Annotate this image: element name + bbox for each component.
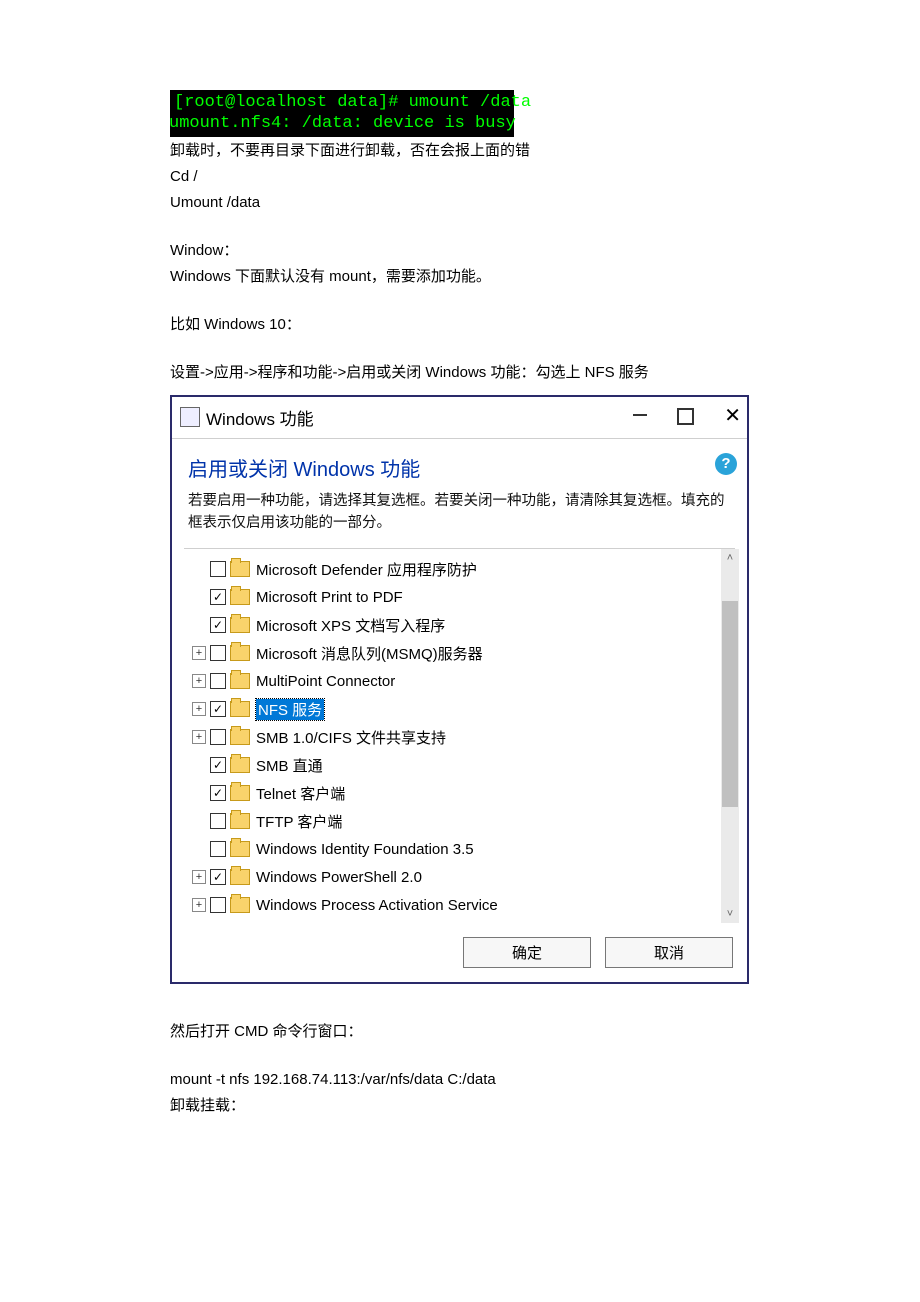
feature-checkbox[interactable] xyxy=(210,841,226,857)
doc-text: 设置->应用->程序和功能->启用或关闭 Windows 功能：勾选上 NFS … xyxy=(170,361,750,385)
expand-icon[interactable]: + xyxy=(192,870,206,884)
feature-row[interactable]: Microsoft Print to PDF xyxy=(184,583,735,611)
maximize-button[interactable] xyxy=(677,408,694,425)
feature-label[interactable]: Microsoft 消息队列(MSMQ)服务器 xyxy=(256,643,483,664)
scroll-up-icon[interactable]: ˄ xyxy=(721,549,739,567)
feature-row[interactable]: + SMB 1.0/CIFS 文件共享支持 xyxy=(184,723,735,751)
feature-checkbox[interactable] xyxy=(210,673,226,689)
feature-row[interactable]: Microsoft XPS 文档写入程序 xyxy=(184,611,735,639)
minimize-button[interactable] xyxy=(633,414,647,416)
doc-text: 卸载时，不要再目录下面进行卸载，否在会报上面的错 xyxy=(170,139,750,163)
feature-checkbox[interactable] xyxy=(210,645,226,661)
feature-row[interactable]: + Windows Process Activation Service xyxy=(184,891,735,919)
folder-icon xyxy=(230,729,250,745)
feature-label[interactable]: Microsoft Defender 应用程序防护 xyxy=(256,559,477,580)
folder-icon xyxy=(230,813,250,829)
doc-text: mount -t nfs 192.168.74.113:/var/nfs/dat… xyxy=(170,1068,750,1092)
feature-label[interactable]: SMB 直通 xyxy=(256,755,323,776)
feature-label[interactable]: Windows Process Activation Service xyxy=(256,897,498,914)
feature-row[interactable]: Telnet 客户端 xyxy=(184,779,735,807)
terminal-output: [root@localhost data]# umount /data umou… xyxy=(170,90,514,137)
feature-label[interactable]: Microsoft Print to PDF xyxy=(256,589,403,606)
scrollbar[interactable]: ˄ ˅ xyxy=(721,549,739,923)
feature-row[interactable]: Windows Identity Foundation 3.5 xyxy=(184,835,735,863)
folder-icon xyxy=(230,589,250,605)
dialog-header-desc: 若要启用一种功能，请选择其复选框。若要关闭一种功能，请清除其复选框。填充的框表示… xyxy=(188,490,731,535)
feature-checkbox[interactable] xyxy=(210,813,226,829)
folder-icon xyxy=(230,897,250,913)
doc-text: Umount /data xyxy=(170,191,750,215)
feature-checkbox[interactable] xyxy=(210,561,226,577)
feature-checkbox[interactable] xyxy=(210,701,226,717)
feature-row[interactable]: + NFS 服务 xyxy=(184,695,735,723)
folder-icon xyxy=(230,645,250,661)
folder-icon xyxy=(230,869,250,885)
feature-label[interactable]: NFS 服务 xyxy=(256,699,324,720)
cancel-button[interactable]: 取消 xyxy=(605,937,733,968)
feature-checkbox[interactable] xyxy=(210,617,226,633)
feature-checkbox[interactable] xyxy=(210,869,226,885)
scroll-down-icon[interactable]: ˅ xyxy=(721,905,739,923)
feature-checkbox[interactable] xyxy=(210,589,226,605)
doc-text: Window： xyxy=(170,239,750,263)
folder-icon xyxy=(230,561,250,577)
close-button[interactable]: ✕ xyxy=(724,406,741,426)
scroll-thumb[interactable] xyxy=(722,601,738,807)
terminal-line-2: umount.nfs4: /data: device is busy xyxy=(169,114,516,133)
dialog-header-title: 启用或关闭 Windows 功能 xyxy=(188,453,731,482)
feature-label[interactable]: TFTP 客户端 xyxy=(256,811,342,832)
expand-icon[interactable]: + xyxy=(192,646,206,660)
feature-row[interactable]: + MultiPoint Connector xyxy=(184,667,735,695)
expand-icon[interactable]: + xyxy=(192,702,206,716)
folder-icon xyxy=(230,701,250,717)
window-icon xyxy=(180,407,200,427)
feature-checkbox[interactable] xyxy=(210,785,226,801)
folder-icon xyxy=(230,673,250,689)
feature-label[interactable]: MultiPoint Connector xyxy=(256,673,395,690)
feature-row[interactable]: + Windows PowerShell 2.0 xyxy=(184,863,735,891)
feature-row[interactable]: + Microsoft 消息队列(MSMQ)服务器 xyxy=(184,639,735,667)
folder-icon xyxy=(230,617,250,633)
dialog-title: Windows 功能 xyxy=(206,405,314,430)
document-body: 卸载时，不要再目录下面进行卸载，否在会报上面的错 Cd / Umount /da… xyxy=(170,139,750,385)
dialog-buttons: 确定 取消 xyxy=(172,923,747,982)
feature-label[interactable]: Microsoft XPS 文档写入程序 xyxy=(256,615,445,636)
windows-features-dialog: Windows 功能 ✕ ? 启用或关闭 Windows 功能 若要启用一种功能… xyxy=(170,395,749,985)
feature-checkbox[interactable] xyxy=(210,729,226,745)
feature-checkbox[interactable] xyxy=(210,897,226,913)
feature-label[interactable]: Telnet 客户端 xyxy=(256,783,345,804)
folder-icon xyxy=(230,785,250,801)
feature-row[interactable]: SMB 直通 xyxy=(184,751,735,779)
help-icon[interactable]: ? xyxy=(715,453,737,475)
feature-row[interactable]: Microsoft Defender 应用程序防护 xyxy=(184,555,735,583)
folder-icon xyxy=(230,757,250,773)
expand-icon[interactable]: + xyxy=(192,730,206,744)
doc-text: Cd / xyxy=(170,165,750,189)
feature-label[interactable]: SMB 1.0/CIFS 文件共享支持 xyxy=(256,727,446,748)
doc-text: 卸载挂载： xyxy=(170,1094,750,1118)
terminal-line-1: [root@localhost data]# umount /data xyxy=(174,93,531,112)
dialog-header: ? 启用或关闭 Windows 功能 若要启用一种功能，请选择其复选框。若要关闭… xyxy=(172,439,747,543)
doc-text: Windows 下面默认没有 mount，需要添加功能。 xyxy=(170,265,750,289)
feature-row[interactable]: TFTP 客户端 xyxy=(184,807,735,835)
document-body-lower: 然后打开 CMD 命令行窗口： mount -t nfs 192.168.74.… xyxy=(170,1020,750,1118)
feature-checkbox[interactable] xyxy=(210,757,226,773)
dialog-titlebar: Windows 功能 ✕ xyxy=(172,397,747,436)
folder-icon xyxy=(230,841,250,857)
expand-icon[interactable]: + xyxy=(192,898,206,912)
doc-text: 然后打开 CMD 命令行窗口： xyxy=(170,1020,750,1044)
expand-icon[interactable]: + xyxy=(192,674,206,688)
feature-label[interactable]: Windows Identity Foundation 3.5 xyxy=(256,841,474,858)
features-tree: Microsoft Defender 应用程序防护 Microsoft Print… xyxy=(184,548,735,923)
doc-text: 比如 Windows 10： xyxy=(170,313,750,337)
feature-label[interactable]: Windows PowerShell 2.0 xyxy=(256,869,422,886)
ok-button[interactable]: 确定 xyxy=(463,937,591,968)
